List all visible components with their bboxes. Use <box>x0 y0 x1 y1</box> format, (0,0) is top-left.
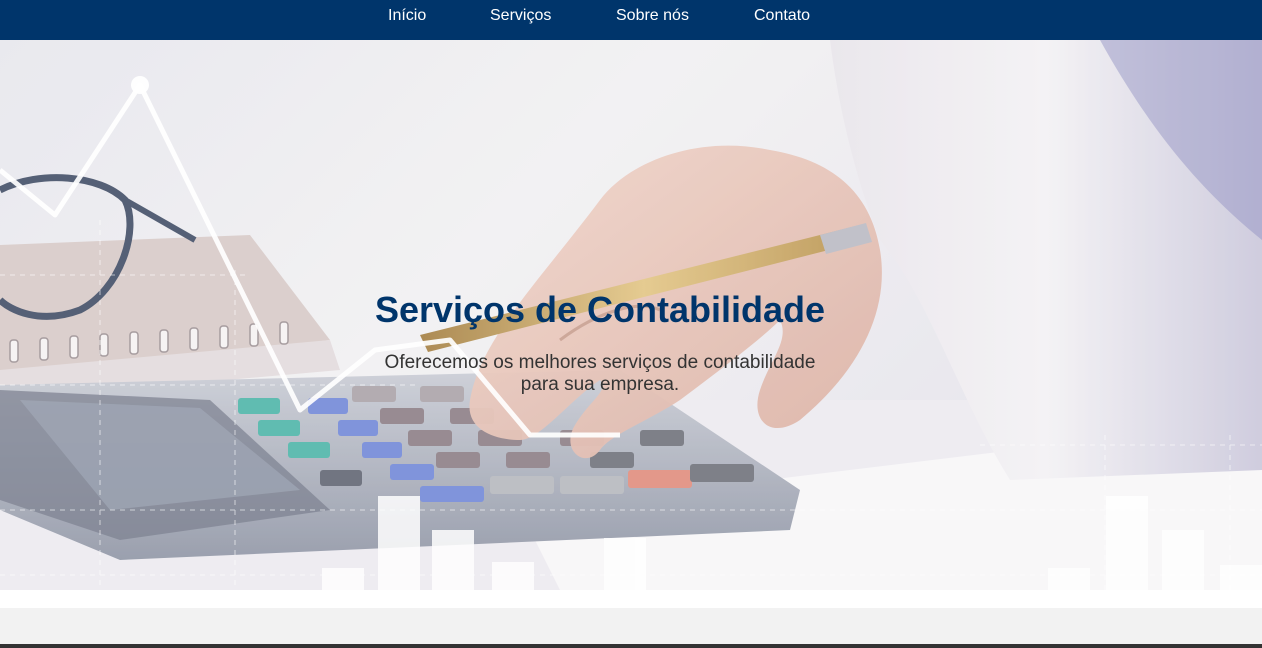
nav-link-inicio[interactable]: Início <box>388 6 426 26</box>
nav-link-sobre-nos[interactable]: Sobre nós <box>616 6 689 26</box>
hero-title: Serviços de Contabilidade <box>374 289 826 330</box>
content-section-band <box>0 608 1262 644</box>
top-navigation: Início Serviços Sobre nós Contato <box>0 0 1262 40</box>
footer-edge <box>0 644 1262 648</box>
hero-subtitle: Oferecemos os melhores serviços de conta… <box>384 352 816 395</box>
nav-link-servicos[interactable]: Serviços <box>490 6 551 26</box>
hero-banner: Serviços de Contabilidade Oferecemos os … <box>0 40 1262 590</box>
nav-link-contato[interactable]: Contato <box>754 6 810 26</box>
